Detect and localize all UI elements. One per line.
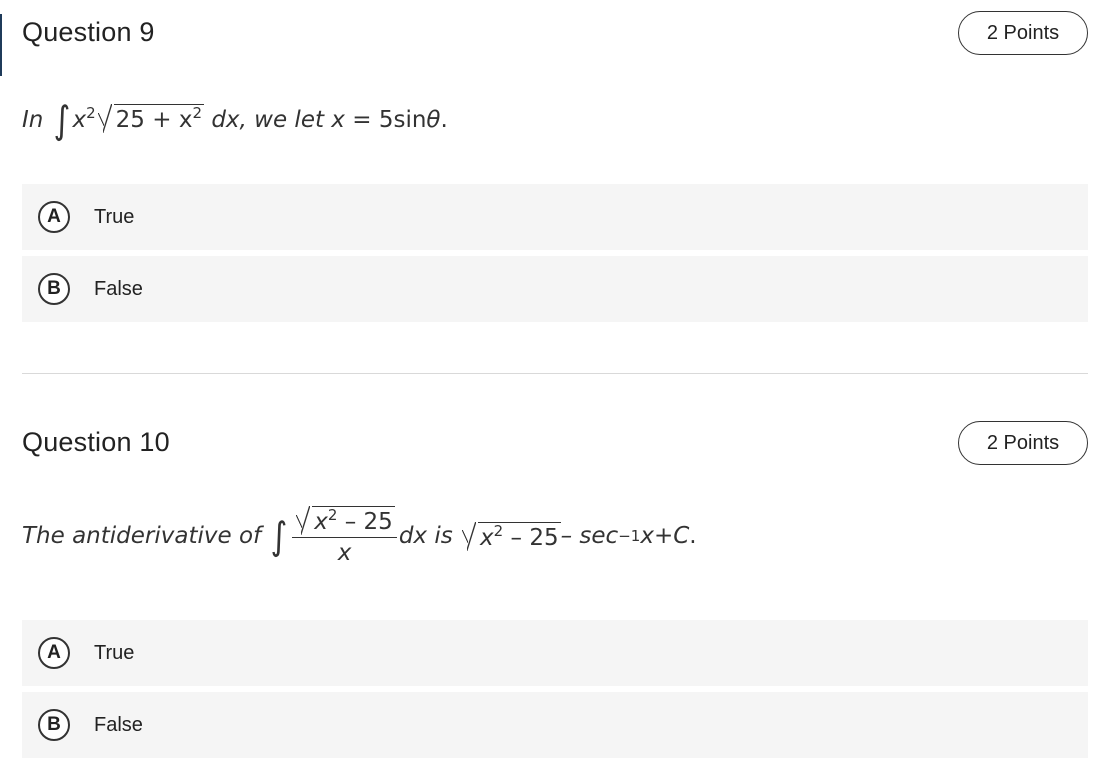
fraction-numerator: x2 – 25: [292, 506, 397, 538]
option-letter-badge: A: [38, 637, 70, 669]
question-statement: The antiderivative of ∫ x2 – 25 x dx is …: [22, 506, 697, 566]
question-title: Question 10: [22, 427, 170, 457]
option-b[interactable]: B False: [22, 692, 1088, 758]
question-header: Question 9 2 Points: [22, 0, 1088, 70]
radicand-text: – 25: [337, 509, 393, 535]
integral-symbol: ∫: [53, 98, 71, 142]
math-operator: +: [653, 523, 674, 549]
math-var: θ: [426, 107, 441, 133]
math-function: – sec: [560, 523, 619, 549]
radicand-text: 25 + x: [115, 107, 193, 133]
question-title: Question 9: [22, 17, 155, 47]
math-exponent: 2: [86, 104, 96, 122]
question-header: Question 10 2 Points: [22, 410, 1088, 480]
question-divider: [22, 373, 1088, 374]
math-constant: C: [673, 523, 690, 549]
square-root: 25 + x2: [97, 104, 204, 133]
statement-text: .: [689, 523, 697, 549]
math-var: x: [72, 107, 87, 133]
points-badge: 2 Points: [958, 11, 1088, 55]
math-operator: =: [352, 107, 372, 133]
question-statement: In ∫ x2 25 + x2 dx, we let x = 5sinθ.: [22, 98, 448, 142]
option-letter-badge: B: [38, 709, 70, 741]
option-a[interactable]: A True: [22, 184, 1088, 250]
option-label: False: [94, 277, 143, 300]
math-var: x: [640, 523, 654, 549]
math-var: x: [480, 524, 494, 551]
fraction: x2 – 25 x: [292, 506, 397, 566]
statement-text: In: [22, 107, 44, 133]
question-9: Question 9 2 Points In ∫ x2 25 + x2 dx, we…: [22, 0, 1088, 322]
statement-text: , we let: [239, 107, 324, 133]
math-exponent: 2: [493, 521, 504, 540]
option-label: False: [94, 713, 143, 736]
statement-text: .: [440, 107, 448, 133]
math-exponent: 2: [327, 506, 338, 524]
math-exponent: 2: [192, 104, 202, 122]
option-b[interactable]: B False: [22, 256, 1088, 322]
fraction-denominator: x: [337, 540, 352, 566]
math-var: x: [314, 509, 328, 535]
question-10: Question 10 2 Points The antiderivative …: [22, 410, 1088, 758]
option-letter-badge: B: [38, 273, 70, 305]
statement-text: The antiderivative of: [22, 523, 262, 549]
option-label: True: [94, 641, 135, 664]
integral-symbol: ∫: [270, 514, 288, 558]
math-expression: 5sin: [378, 107, 427, 133]
math-differential: dx: [211, 107, 240, 133]
active-question-indicator: [0, 14, 2, 76]
radicand-text: – 25: [503, 524, 559, 551]
statement-text: dx is: [398, 523, 453, 549]
option-letter-badge: A: [38, 201, 70, 233]
option-a[interactable]: A True: [22, 620, 1088, 686]
square-root: x2 – 25: [296, 506, 395, 535]
points-badge: 2 Points: [958, 421, 1088, 465]
math-var: x: [331, 107, 345, 133]
square-root: x2 – 25: [462, 521, 561, 551]
option-label: True: [94, 205, 135, 228]
